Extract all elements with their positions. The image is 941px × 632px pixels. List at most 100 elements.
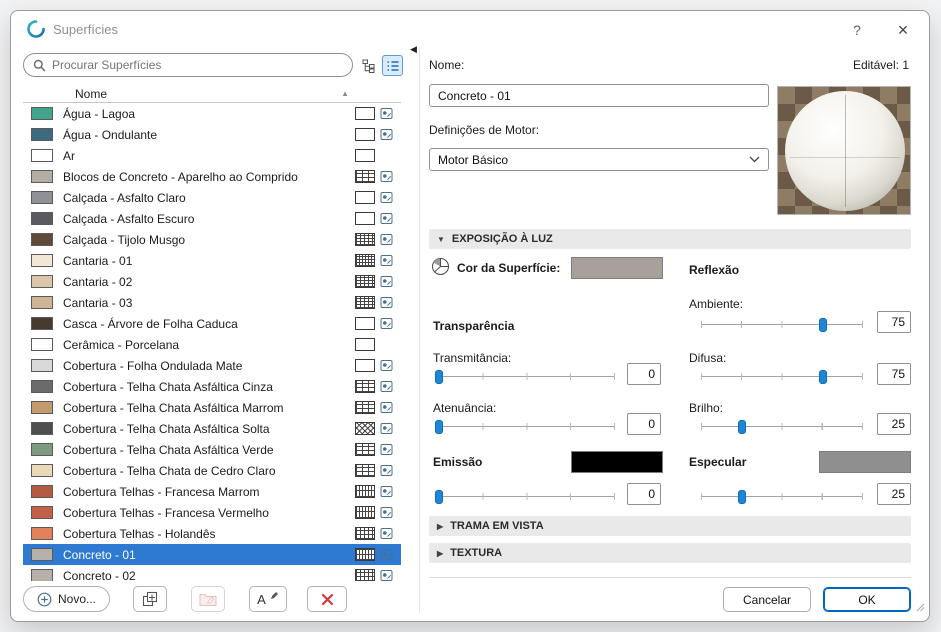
rename-surface-button[interactable]: A <box>249 586 287 612</box>
surface-color-swatch[interactable] <box>571 257 663 279</box>
section-light-exposure[interactable]: ▼ EXPOSIÇÃO À LUZ <box>429 229 911 249</box>
list-header-nome[interactable]: Nome ▲ <box>23 85 401 103</box>
surface-color-swatch <box>31 506 53 519</box>
delete-surface-button[interactable] <box>307 586 347 612</box>
surface-row[interactable]: Cobertura Telhas - Francesa Marrom <box>23 481 401 502</box>
surface-row[interactable]: Cobertura Telhas - Francesa Vermelho <box>23 502 401 523</box>
shininess-slider[interactable] <box>701 419 863 435</box>
specular-value[interactable]: 25 <box>877 483 911 505</box>
surface-row[interactable]: Calçada - Asfalto Claro <box>23 187 401 208</box>
engine-dropdown[interactable]: Motor Básico <box>429 148 769 171</box>
transparency-title: Transparência <box>433 319 514 333</box>
surface-row[interactable]: Água - Ondulante <box>23 124 401 145</box>
reflection-title: Reflexão <box>689 263 739 277</box>
surface-row[interactable]: Concreto - 01 <box>23 544 401 565</box>
specular-color-swatch[interactable] <box>819 451 911 473</box>
surface-color-swatch <box>31 317 53 330</box>
resize-grip[interactable] <box>915 599 925 617</box>
plus-circle-icon <box>37 592 52 607</box>
diffuse-slider[interactable] <box>701 369 863 385</box>
shininess-value[interactable]: 25 <box>877 413 911 435</box>
fill-pattern-preview <box>355 506 375 519</box>
surface-row[interactable]: Cobertura - Telha Chata Asfáltica Verde <box>23 439 401 460</box>
collapse-panel-arrow[interactable]: ◀ <box>410 44 417 55</box>
surface-row[interactable]: Cobertura - Telha Chata Asfáltica Marrom <box>23 397 401 418</box>
surface-color-swatch <box>31 128 53 141</box>
surface-row[interactable]: Ar <box>23 145 401 166</box>
surface-row[interactable]: Blocos de Concreto - Aparelho ao Comprid… <box>23 166 401 187</box>
slider-thumb[interactable] <box>738 420 746 434</box>
specular-slider[interactable] <box>701 489 863 505</box>
ambient-value[interactable]: 75 <box>877 311 911 333</box>
attenuation-value[interactable]: 0 <box>627 413 661 435</box>
fill-pattern-preview <box>355 296 375 309</box>
new-surface-button[interactable]: Novo... <box>23 586 110 612</box>
surface-name: Cobertura Telhas - Holandês <box>63 527 355 541</box>
close-button[interactable]: × <box>893 20 913 40</box>
engine-label: Definições de Motor: <box>429 123 539 137</box>
surface-color-swatch <box>31 359 53 372</box>
fill-pattern-preview <box>355 107 375 120</box>
list-view-button[interactable] <box>382 55 403 76</box>
surface-name: Cobertura Telhas - Francesa Vermelho <box>63 506 355 520</box>
diffuse-value[interactable]: 75 <box>877 363 911 385</box>
surface-row[interactable]: Cobertura - Telha Chata Asfáltica Solta <box>23 418 401 439</box>
surface-row[interactable]: Cobertura - Folha Ondulada Mate <box>23 355 401 376</box>
surface-row[interactable]: Cobertura - Telha Chata Asfáltica Cinza <box>23 376 401 397</box>
cancel-button[interactable]: Cancelar <box>723 587 811 612</box>
surface-color-swatch <box>31 401 53 414</box>
surface-color-swatch <box>31 527 53 540</box>
ambient-slider[interactable] <box>701 317 863 333</box>
surface-color-swatch <box>31 485 53 498</box>
attenuation-slider[interactable] <box>439 419 615 435</box>
slider-thumb[interactable] <box>819 318 827 332</box>
section-vectorial-hatching[interactable]: ▶ TRAMA EM VISTA <box>429 516 911 536</box>
engine-icon-placeholder <box>380 338 393 351</box>
engine-icon <box>380 107 393 120</box>
surface-row[interactable]: Cobertura Telhas - Holandês <box>23 523 401 544</box>
surface-row[interactable]: Cantaria - 02 <box>23 271 401 292</box>
surface-row[interactable]: Água - Lagoa <box>23 103 401 124</box>
surface-name: Cantaria - 01 <box>63 254 355 268</box>
tree-view-button[interactable] <box>358 55 379 76</box>
duplicate-surface-button[interactable] <box>133 586 167 612</box>
library-folder-button[interactable] <box>191 586 225 612</box>
surface-row[interactable]: Cantaria - 01 <box>23 250 401 271</box>
slider-thumb[interactable] <box>435 490 443 504</box>
surface-list[interactable]: Água - LagoaÁgua - Ondulante Ar Blocos de … <box>23 103 401 581</box>
surface-row[interactable]: Calçada - Asfalto Escuro <box>23 208 401 229</box>
emission-color-swatch[interactable] <box>571 451 663 473</box>
slider-thumb[interactable] <box>435 370 443 384</box>
surface-row[interactable]: Casca - Árvore de Folha Caduca <box>23 313 401 334</box>
section-texture[interactable]: ▶ TEXTURA <box>429 543 911 563</box>
surface-color-swatch <box>31 548 53 561</box>
section-collapsed-icon: ▶ <box>437 549 443 558</box>
slider-thumb[interactable] <box>738 490 746 504</box>
fill-pattern-preview <box>355 422 375 435</box>
ambient-label: Ambiente: <box>689 297 743 311</box>
surface-row[interactable]: Cantaria - 03 <box>23 292 401 313</box>
slider-thumb[interactable] <box>435 420 443 434</box>
search-box[interactable] <box>23 53 353 77</box>
surface-row[interactable]: Concreto - 02 <box>23 565 401 581</box>
surface-row[interactable]: Calçada - Tijolo Musgo <box>23 229 401 250</box>
emission-slider[interactable] <box>439 489 615 505</box>
material-preview <box>777 86 911 215</box>
search-input[interactable] <box>52 58 343 72</box>
emission-value[interactable]: 0 <box>627 483 661 505</box>
surface-row[interactable]: Cerâmica - Porcelana <box>23 334 401 355</box>
surface-name: Cobertura - Telha Chata Asfáltica Solta <box>63 422 355 436</box>
transmittance-slider[interactable] <box>439 369 615 385</box>
slider-thumb[interactable] <box>819 370 827 384</box>
surface-name: Ar <box>63 149 355 163</box>
ok-button[interactable]: OK <box>823 587 911 612</box>
surface-color-swatch <box>31 170 53 183</box>
surface-row[interactable]: Cobertura - Telha Chata de Cedro Claro <box>23 460 401 481</box>
name-input[interactable] <box>429 84 769 107</box>
fill-pattern-preview <box>355 170 375 183</box>
fill-pattern-preview <box>355 254 375 267</box>
panel-divider <box>419 47 420 613</box>
transmittance-value[interactable]: 0 <box>627 363 661 385</box>
help-button[interactable]: ? <box>847 20 867 40</box>
surface-color-swatch <box>31 380 53 393</box>
